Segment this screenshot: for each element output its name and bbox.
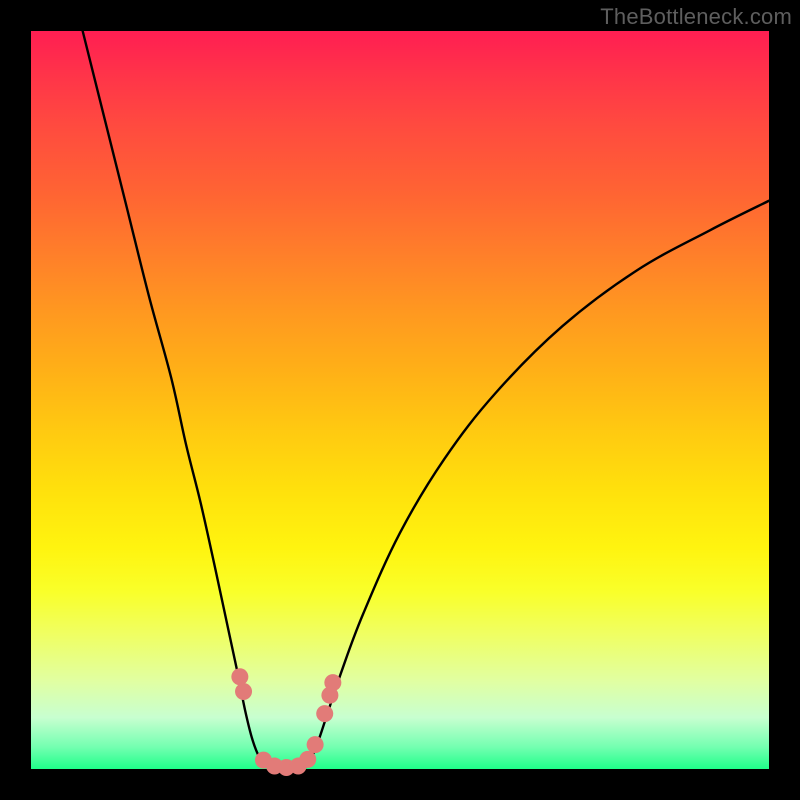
data-marker xyxy=(316,705,333,722)
chart-frame: TheBottleneck.com xyxy=(0,0,800,800)
data-marker xyxy=(235,683,252,700)
plot-area xyxy=(31,31,769,769)
data-marker xyxy=(324,674,341,691)
data-marker xyxy=(299,751,316,768)
data-marker xyxy=(307,736,324,753)
watermark-text: TheBottleneck.com xyxy=(600,4,792,30)
data-marker xyxy=(231,668,248,685)
curve-path xyxy=(83,31,769,770)
chart-svg xyxy=(31,31,769,769)
